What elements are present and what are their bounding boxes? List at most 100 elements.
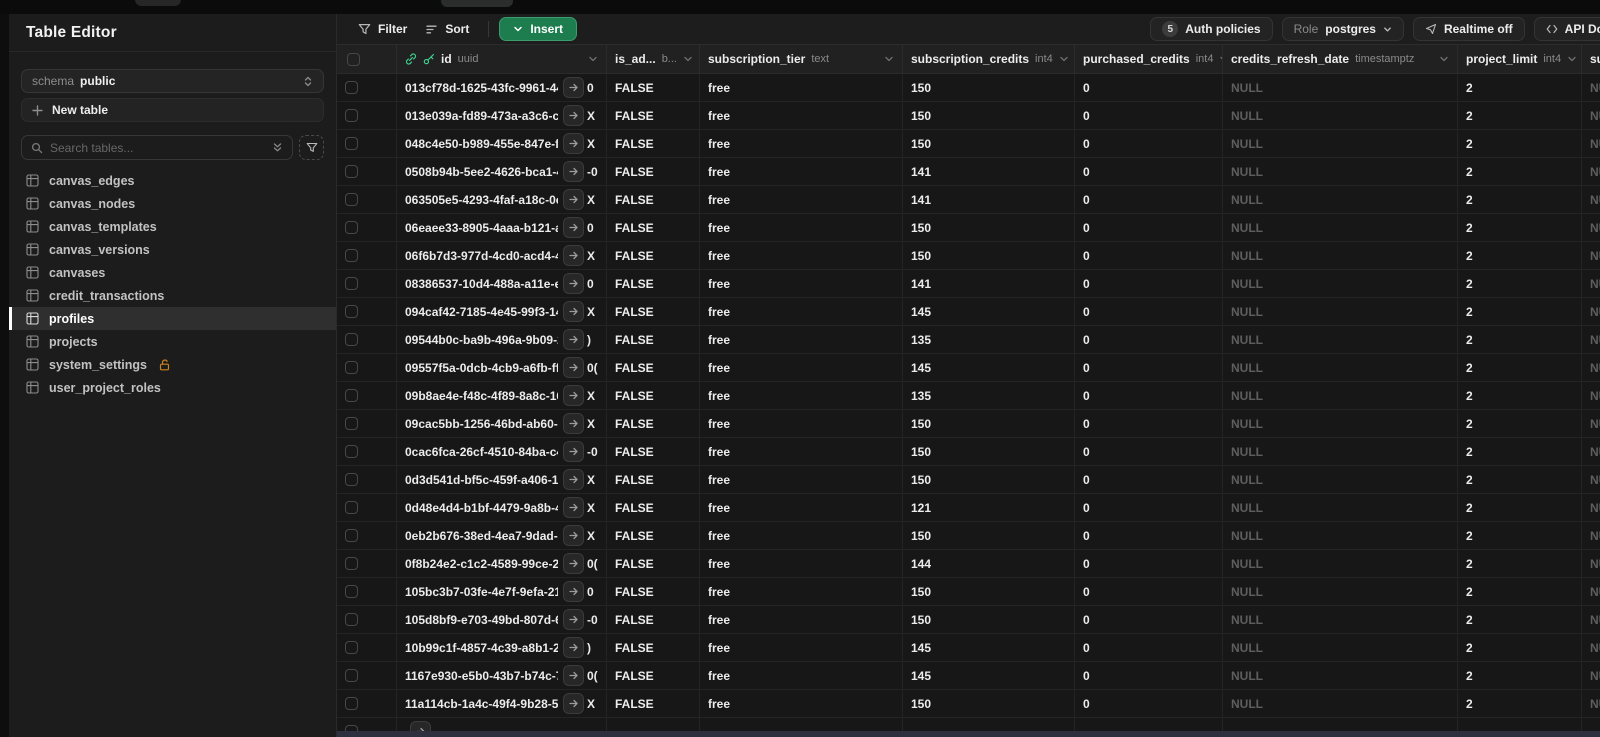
sidebar-item-canvas_edges[interactable]: canvas_edges xyxy=(9,169,336,192)
table-filter-button[interactable] xyxy=(299,135,324,160)
purchased-credits-cell: 0 xyxy=(1075,438,1223,465)
row-checkbox[interactable] xyxy=(345,137,358,150)
row-checkbox[interactable] xyxy=(345,501,358,514)
row-checkbox[interactable] xyxy=(345,389,358,402)
column-header-is_ad...[interactable]: is_ad... b... xyxy=(607,45,700,73)
realtime-toggle-button[interactable]: Realtime off xyxy=(1412,17,1525,41)
new-table-button[interactable]: New table xyxy=(21,98,324,122)
search-tables-input[interactable] xyxy=(50,140,265,155)
insert-button[interactable]: Insert xyxy=(499,17,578,41)
search-tables-box[interactable] xyxy=(21,135,293,160)
column-header-subscription_credits[interactable]: subscription_credits int4 xyxy=(903,45,1075,73)
row-checkbox[interactable] xyxy=(345,697,358,710)
page-title: Table Editor xyxy=(26,23,117,41)
column-name: su xyxy=(1590,52,1600,66)
grid-header: id uuid is_ad... b... subscription_tier … xyxy=(337,45,1600,74)
row-checkbox[interactable] xyxy=(345,221,358,234)
subscription-credits-cell: 150 xyxy=(903,578,1075,605)
sidebar-item-system_settings[interactable]: system_settings xyxy=(9,353,336,376)
horizontal-scrollbar[interactable] xyxy=(337,731,1600,737)
expand-row-button[interactable] xyxy=(563,497,584,518)
select-all-checkbox[interactable] xyxy=(347,52,360,66)
sidebar-item-profiles[interactable]: profiles xyxy=(9,307,336,330)
sort-button[interactable]: Sort xyxy=(416,17,478,41)
expand-row-button[interactable] xyxy=(563,273,584,294)
uuid-value: 10b99c1f-4857-4c39-a8b1-263b8... xyxy=(405,640,558,655)
row-checkbox[interactable] xyxy=(345,557,358,570)
sidebar-item-canvas_templates[interactable]: canvas_templates xyxy=(9,215,336,238)
chevron-down-icon xyxy=(1439,54,1449,64)
expand-row-button[interactable] xyxy=(563,329,584,350)
expand-row-button[interactable] xyxy=(563,189,584,210)
row-checkbox[interactable] xyxy=(345,613,358,626)
expand-row-button[interactable] xyxy=(563,357,584,378)
row-checkbox[interactable] xyxy=(345,445,358,458)
row-select-cell xyxy=(337,466,397,493)
row-checkbox[interactable] xyxy=(345,81,358,94)
is-admin-cell: FALSE xyxy=(607,186,700,213)
filter-button[interactable]: Filter xyxy=(349,17,416,41)
credits-refresh-date-cell: NULL xyxy=(1223,494,1458,521)
expand-row-button[interactable] xyxy=(563,637,584,658)
uuid-overflow: -0 xyxy=(587,444,598,459)
row-checkbox[interactable] xyxy=(345,109,358,122)
row-checkbox[interactable] xyxy=(345,277,358,290)
row-checkbox[interactable] xyxy=(345,193,358,206)
sidebar-item-user_project_roles[interactable]: user_project_roles xyxy=(9,376,336,399)
row-checkbox[interactable] xyxy=(345,529,358,542)
expand-row-button[interactable] xyxy=(563,245,584,266)
expand-row-button[interactable] xyxy=(563,161,584,182)
row-checkbox[interactable] xyxy=(345,585,358,598)
row-checkbox[interactable] xyxy=(345,165,358,178)
sidebar-item-canvases[interactable]: canvases xyxy=(9,261,336,284)
column-name: credits_refresh_date xyxy=(1231,52,1350,66)
expand-row-button[interactable] xyxy=(563,553,584,574)
expand-row-button[interactable] xyxy=(563,609,584,630)
expand-row-button[interactable] xyxy=(563,469,584,490)
is-admin-cell: FALSE xyxy=(607,214,700,241)
expand-row-button[interactable] xyxy=(563,105,584,126)
auth-policies-button[interactable]: 5 Auth policies xyxy=(1150,17,1273,41)
column-header-credits_refresh_date[interactable]: credits_refresh_date timestamptz xyxy=(1223,45,1458,73)
expand-row-button[interactable] xyxy=(563,301,584,322)
column-header-subscription_tier[interactable]: subscription_tier text xyxy=(700,45,903,73)
expand-row-button[interactable] xyxy=(563,665,584,686)
role-select-button[interactable]: Role postgres xyxy=(1281,17,1404,41)
sidebar-item-projects[interactable]: projects xyxy=(9,330,336,353)
purchased-credits-cell: 0 xyxy=(1075,494,1223,521)
row-checkbox[interactable] xyxy=(345,249,358,262)
api-docs-button[interactable]: API Do xyxy=(1533,17,1600,41)
row-checkbox[interactable] xyxy=(345,473,358,486)
expand-row-button[interactable] xyxy=(563,217,584,238)
expand-row-button[interactable] xyxy=(563,385,584,406)
row-checkbox[interactable] xyxy=(345,305,358,318)
sidebar-item-canvas_nodes[interactable]: canvas_nodes xyxy=(9,192,336,215)
id-cell: 013e039a-fd89-473a-a3c6-ccfa9... X xyxy=(397,102,607,129)
auth-policies-count-badge: 5 xyxy=(1162,21,1179,37)
row-checkbox[interactable] xyxy=(345,361,358,374)
row-checkbox[interactable] xyxy=(345,333,358,346)
column-header-su[interactable]: su xyxy=(1582,45,1600,73)
row-checkbox[interactable] xyxy=(345,669,358,682)
expand-row-button[interactable] xyxy=(563,581,584,602)
project-limit-cell: 2 xyxy=(1458,102,1582,129)
row-checkbox[interactable] xyxy=(345,641,358,654)
column-name: subscription_credits xyxy=(911,52,1030,66)
overflow-column-cell: NULL xyxy=(1582,662,1600,689)
sidebar-item-credit_transactions[interactable]: credit_transactions xyxy=(9,284,336,307)
expand-row-button[interactable] xyxy=(563,133,584,154)
column-header-project_limit[interactable]: project_limit int4 xyxy=(1458,45,1582,73)
expand-row-button[interactable] xyxy=(563,77,584,98)
credits-refresh-date-cell: NULL xyxy=(1223,102,1458,129)
expand-row-button[interactable] xyxy=(563,441,584,462)
id-cell: 0d3d541d-bf5c-459f-a406-16b93... X xyxy=(397,466,607,493)
expand-row-button[interactable] xyxy=(563,413,584,434)
expand-row-button[interactable] xyxy=(563,693,584,714)
sidebar-item-canvas_versions[interactable]: canvas_versions xyxy=(9,238,336,261)
row-checkbox[interactable] xyxy=(345,417,358,430)
schema-select[interactable]: schema public xyxy=(21,69,324,93)
column-header-id[interactable]: id uuid xyxy=(397,45,607,73)
expand-row-button[interactable] xyxy=(563,525,584,546)
chevron-down-icon xyxy=(513,24,523,34)
column-header-purchased_credits[interactable]: purchased_credits int4 xyxy=(1075,45,1223,73)
